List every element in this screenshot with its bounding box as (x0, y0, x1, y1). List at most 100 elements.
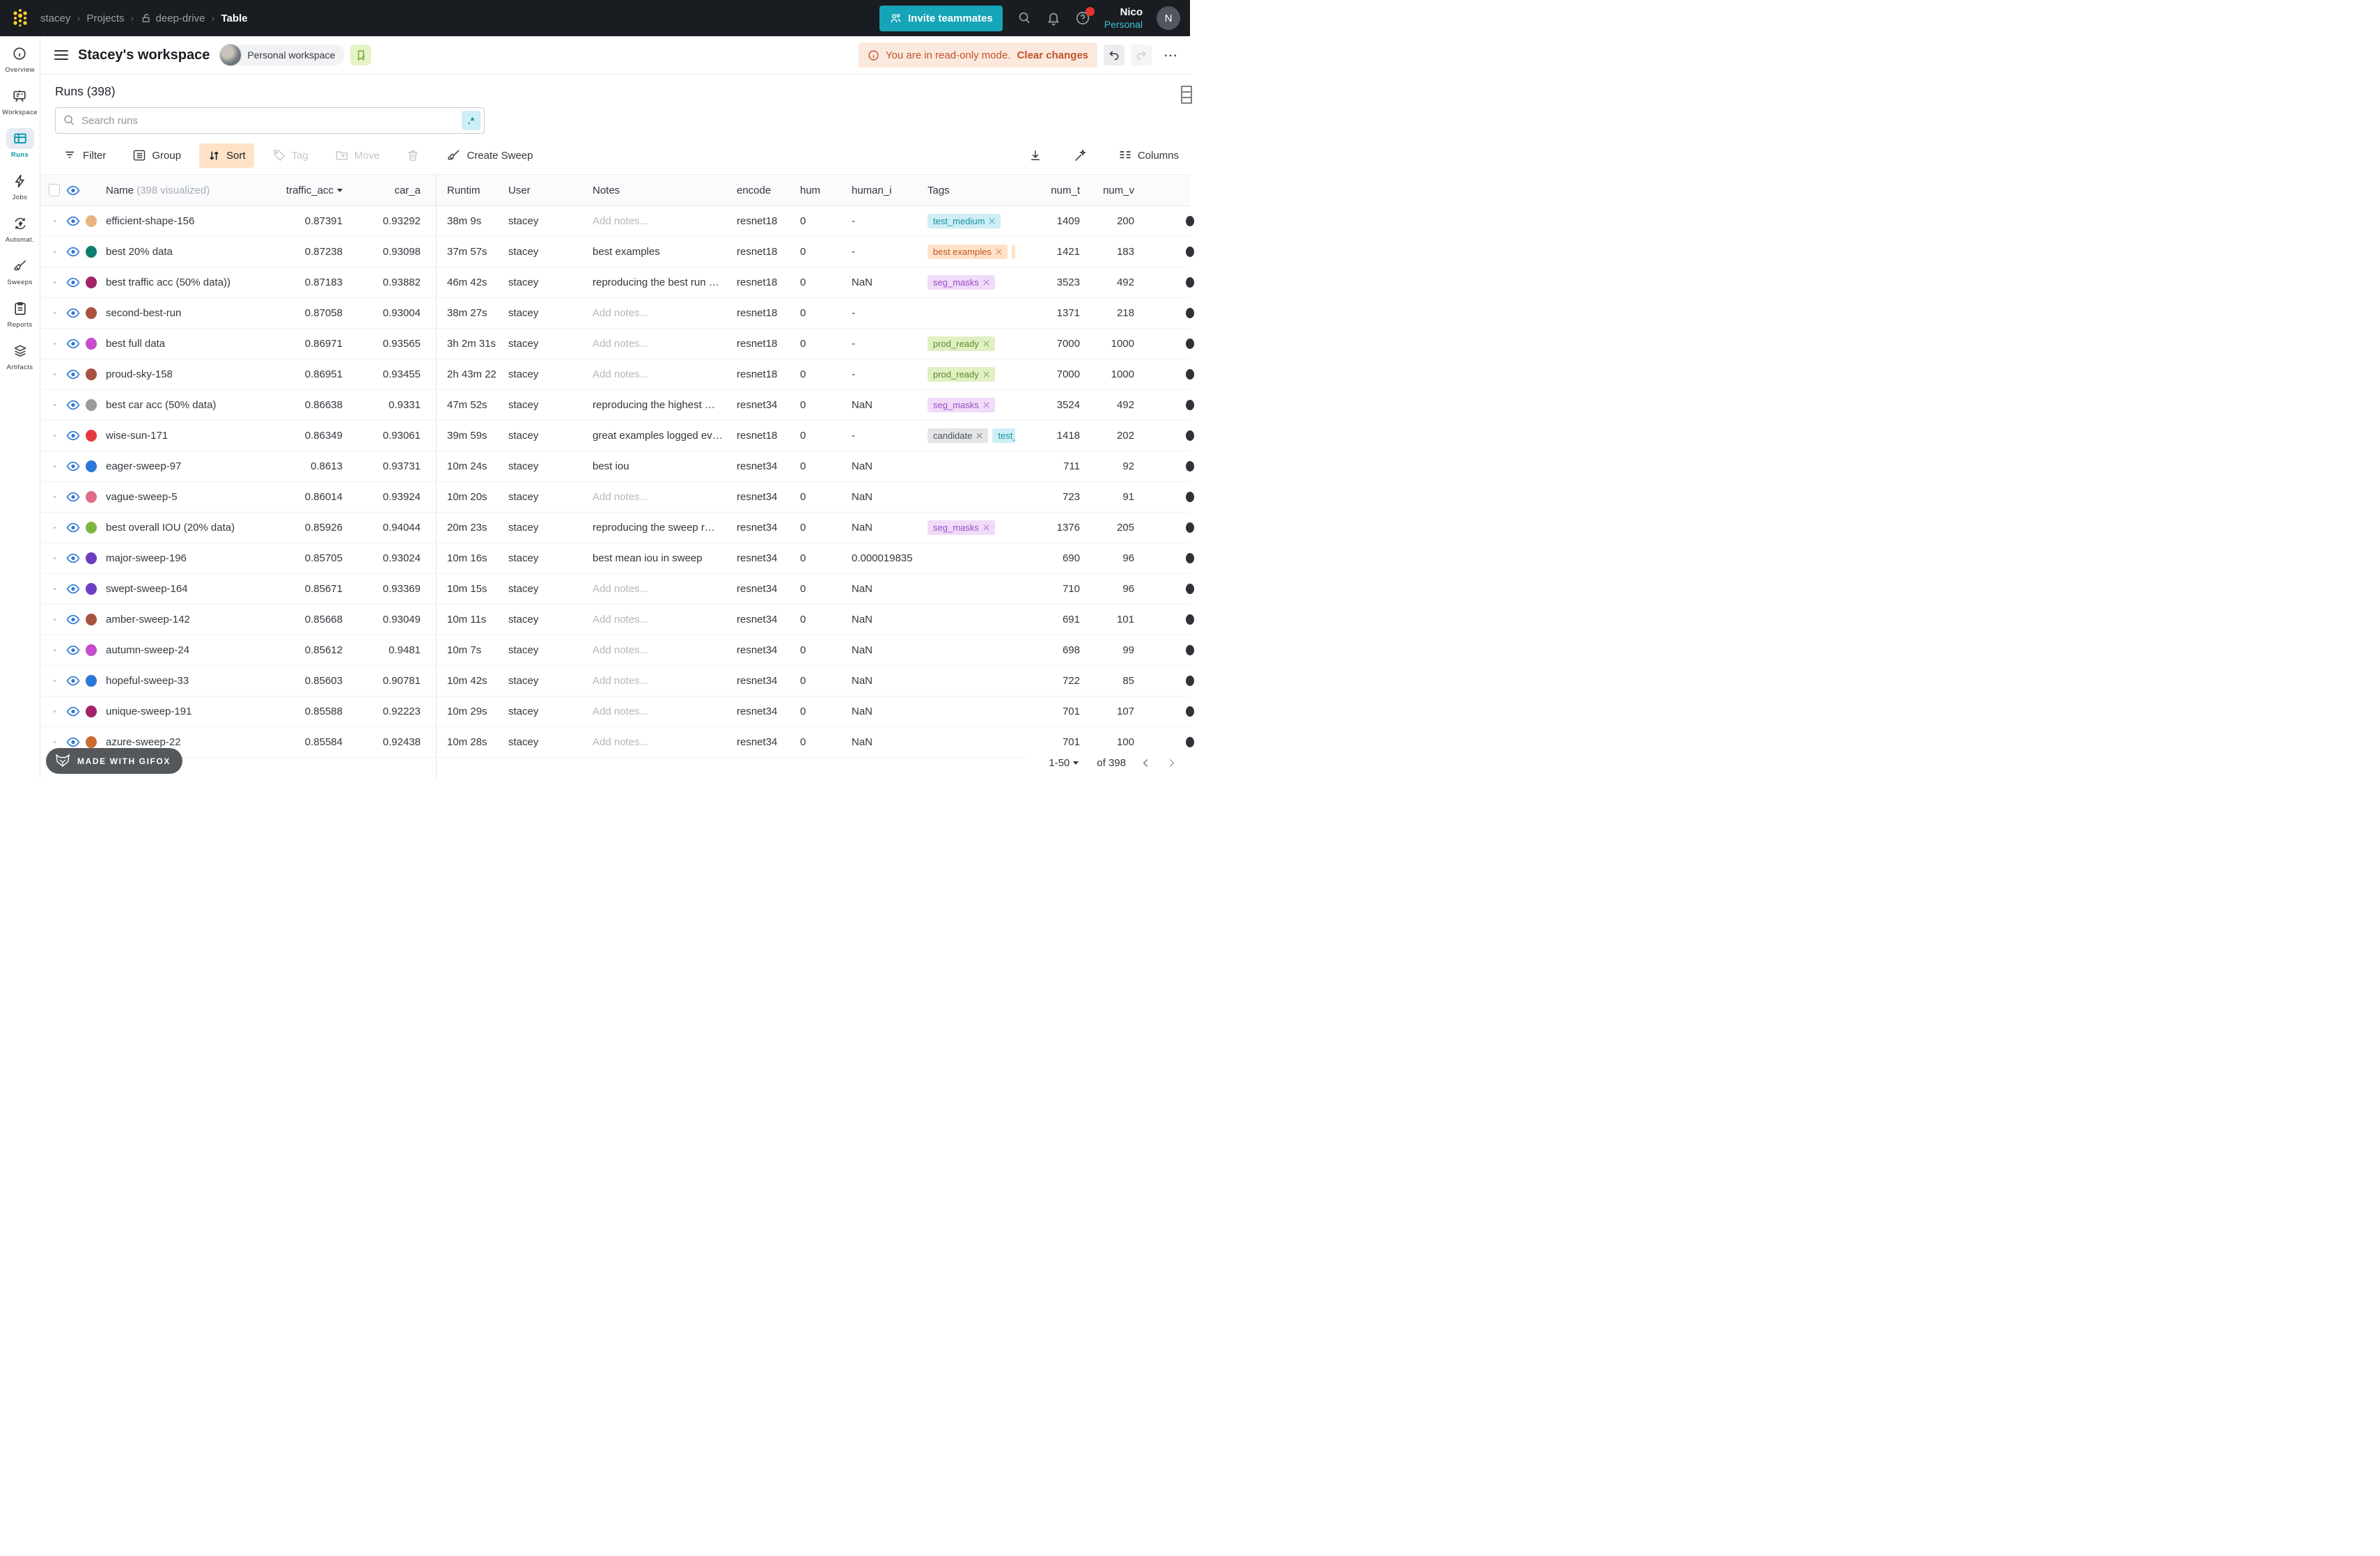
table-row[interactable]: eager-sweep-97 0.8613 0.93731 10m 24s st… (40, 451, 1190, 482)
drag-handle[interactable] (49, 557, 60, 559)
table-row[interactable]: swept-sweep-164 0.85671 0.93369 10m 15s … (40, 574, 1190, 605)
notes-cell[interactable]: Add notes... (593, 736, 735, 748)
visibility-eye-icon[interactable] (64, 460, 82, 472)
visibility-eye-icon[interactable] (64, 399, 82, 411)
breadcrumb-page[interactable]: Table (221, 13, 247, 24)
visibility-eye-icon[interactable] (64, 307, 82, 319)
run-name-link[interactable]: best car acc (50% data) (100, 399, 280, 411)
visibility-eye-icon[interactable] (64, 583, 82, 595)
invite-teammates-button[interactable]: Invite teammates (879, 6, 1003, 31)
notes-cell[interactable]: best mean iou in sweep (593, 552, 735, 564)
notes-cell[interactable]: reproducing the highest … (593, 399, 735, 411)
notes-cell[interactable]: Add notes... (593, 307, 735, 319)
notes-cell[interactable]: Add notes... (593, 675, 735, 687)
drag-handle[interactable] (49, 220, 60, 222)
select-all-checkbox[interactable] (49, 184, 60, 196)
visibility-eye-icon[interactable] (64, 185, 82, 196)
magic-wand-icon[interactable] (1072, 146, 1089, 166)
visibility-eye-icon[interactable] (64, 246, 82, 258)
notes-cell[interactable]: great examples logged ev… (593, 430, 735, 442)
group-button[interactable]: Group (124, 143, 189, 168)
drag-handle[interactable] (49, 312, 60, 314)
run-name-link[interactable]: second-best-run (100, 307, 280, 319)
notes-cell[interactable]: reproducing the best run … (593, 277, 735, 288)
notes-cell[interactable]: best examples (593, 246, 735, 258)
visibility-eye-icon[interactable] (64, 338, 82, 350)
drag-handle[interactable] (49, 404, 60, 406)
regex-toggle[interactable]: .* (462, 111, 480, 130)
table-row[interactable]: vague-sweep-5 0.86014 0.93924 10m 20s st… (40, 482, 1190, 513)
avatar[interactable]: N (1157, 6, 1180, 30)
drag-handle[interactable] (49, 251, 60, 253)
run-name-link[interactable]: swept-sweep-164 (100, 583, 280, 595)
column-header-name[interactable]: Name (398 visualized) (100, 185, 280, 196)
run-name-link[interactable]: vague-sweep-5 (100, 491, 280, 503)
undo-button[interactable] (1104, 45, 1125, 65)
table-row[interactable]: unique-sweep-191 0.85588 0.92223 10m 29s… (40, 697, 1190, 727)
tag-pill[interactable]: seg_masks (927, 275, 995, 290)
column-header-notes[interactable]: Notes (593, 185, 735, 196)
column-header-encoder[interactable]: encode (737, 185, 799, 196)
drag-handle[interactable] (49, 588, 60, 590)
remove-tag-icon[interactable] (983, 402, 989, 408)
notes-cell[interactable]: Add notes... (593, 644, 735, 656)
notes-cell[interactable]: reproducing the sweep r… (593, 522, 735, 534)
run-name-link[interactable]: best overall IOU (20% data) (100, 522, 280, 534)
column-header-tags[interactable]: Tags (927, 185, 1015, 196)
page-range-select[interactable]: 1-50 (1044, 756, 1083, 770)
table-row[interactable]: best 20% data 0.87238 0.93098 37m 57s st… (40, 237, 1190, 267)
notes-cell[interactable]: Add notes... (593, 338, 735, 350)
drag-handle[interactable] (49, 741, 60, 743)
workspace-scope-pill[interactable]: Personal workspace (232, 45, 345, 65)
next-page-icon[interactable] (1166, 757, 1177, 769)
drag-handle[interactable] (49, 373, 60, 375)
run-name-link[interactable]: proud-sky-158 (100, 368, 280, 380)
table-row[interactable]: wise-sun-171 0.86349 0.93061 39m 59s sta… (40, 421, 1190, 451)
table-row[interactable]: proud-sky-158 0.86951 0.93455 2h 43m 22 … (40, 359, 1190, 390)
run-name-link[interactable]: best 20% data (100, 246, 280, 258)
remove-tag-icon[interactable] (983, 341, 989, 347)
notifications-bell-icon[interactable] (1046, 10, 1061, 26)
remove-tag-icon[interactable] (983, 279, 989, 286)
table-row[interactable]: best full data 0.86971 0.93565 3h 2m 31s… (40, 329, 1190, 359)
remove-tag-icon[interactable] (996, 249, 1002, 255)
visibility-eye-icon[interactable] (64, 675, 82, 687)
drag-handle[interactable] (49, 527, 60, 529)
sidebar-item-artifacts[interactable]: Artifacts (6, 341, 34, 371)
export-download-icon[interactable] (1027, 146, 1044, 165)
table-row[interactable]: azure-sweep-22 0.85584 0.92438 10m 28s s… (40, 727, 1190, 758)
pinned-column-divider[interactable] (436, 174, 437, 778)
visibility-eye-icon[interactable] (64, 644, 82, 656)
table-row[interactable]: best overall IOU (20% data) 0.85926 0.94… (40, 513, 1190, 543)
remove-tag-icon[interactable] (976, 433, 982, 439)
run-name-link[interactable]: best full data (100, 338, 280, 350)
table-row[interactable]: hopeful-sweep-33 0.85603 0.90781 10m 42s… (40, 666, 1190, 697)
breadcrumb-projects[interactable]: Projects (86, 13, 124, 24)
visibility-eye-icon[interactable] (64, 614, 82, 625)
help-icon[interactable] (1075, 10, 1090, 26)
breadcrumb-project[interactable]: deep-drive (156, 13, 205, 24)
run-name-link[interactable]: eager-sweep-97 (100, 460, 280, 472)
sidebar-item-workspace[interactable]: Workspace (2, 86, 38, 116)
sidebar-item-automat[interactable]: Automat. (6, 213, 34, 244)
remove-tag-icon[interactable] (989, 218, 995, 224)
drag-handle[interactable] (49, 710, 60, 713)
table-row[interactable]: efficient-shape-156 0.87391 0.93292 38m … (40, 206, 1190, 237)
notes-cell[interactable]: best iou (593, 460, 735, 472)
visibility-eye-icon[interactable] (64, 491, 82, 503)
sidebar-item-runs[interactable]: Runs (6, 128, 34, 159)
tag-pill[interactable]: seg_masks (927, 520, 995, 535)
more-menu-icon[interactable]: ⋯ (1164, 47, 1179, 64)
notes-cell[interactable]: Add notes... (593, 614, 735, 625)
table-row[interactable]: second-best-run 0.87058 0.93004 38m 27s … (40, 298, 1190, 329)
notes-cell[interactable]: Add notes... (593, 491, 735, 503)
visibility-eye-icon[interactable] (64, 215, 82, 227)
prev-page-icon[interactable] (1140, 757, 1152, 769)
column-header-human-id[interactable]: human_i (852, 185, 926, 196)
visibility-eye-icon[interactable] (64, 706, 82, 717)
drag-handle[interactable] (49, 618, 60, 621)
clear-changes-link[interactable]: Clear changes (1017, 49, 1088, 61)
breadcrumb-entity[interactable]: stacey (40, 13, 70, 24)
remove-tag-icon[interactable] (983, 371, 989, 378)
visibility-eye-icon[interactable] (64, 277, 82, 288)
